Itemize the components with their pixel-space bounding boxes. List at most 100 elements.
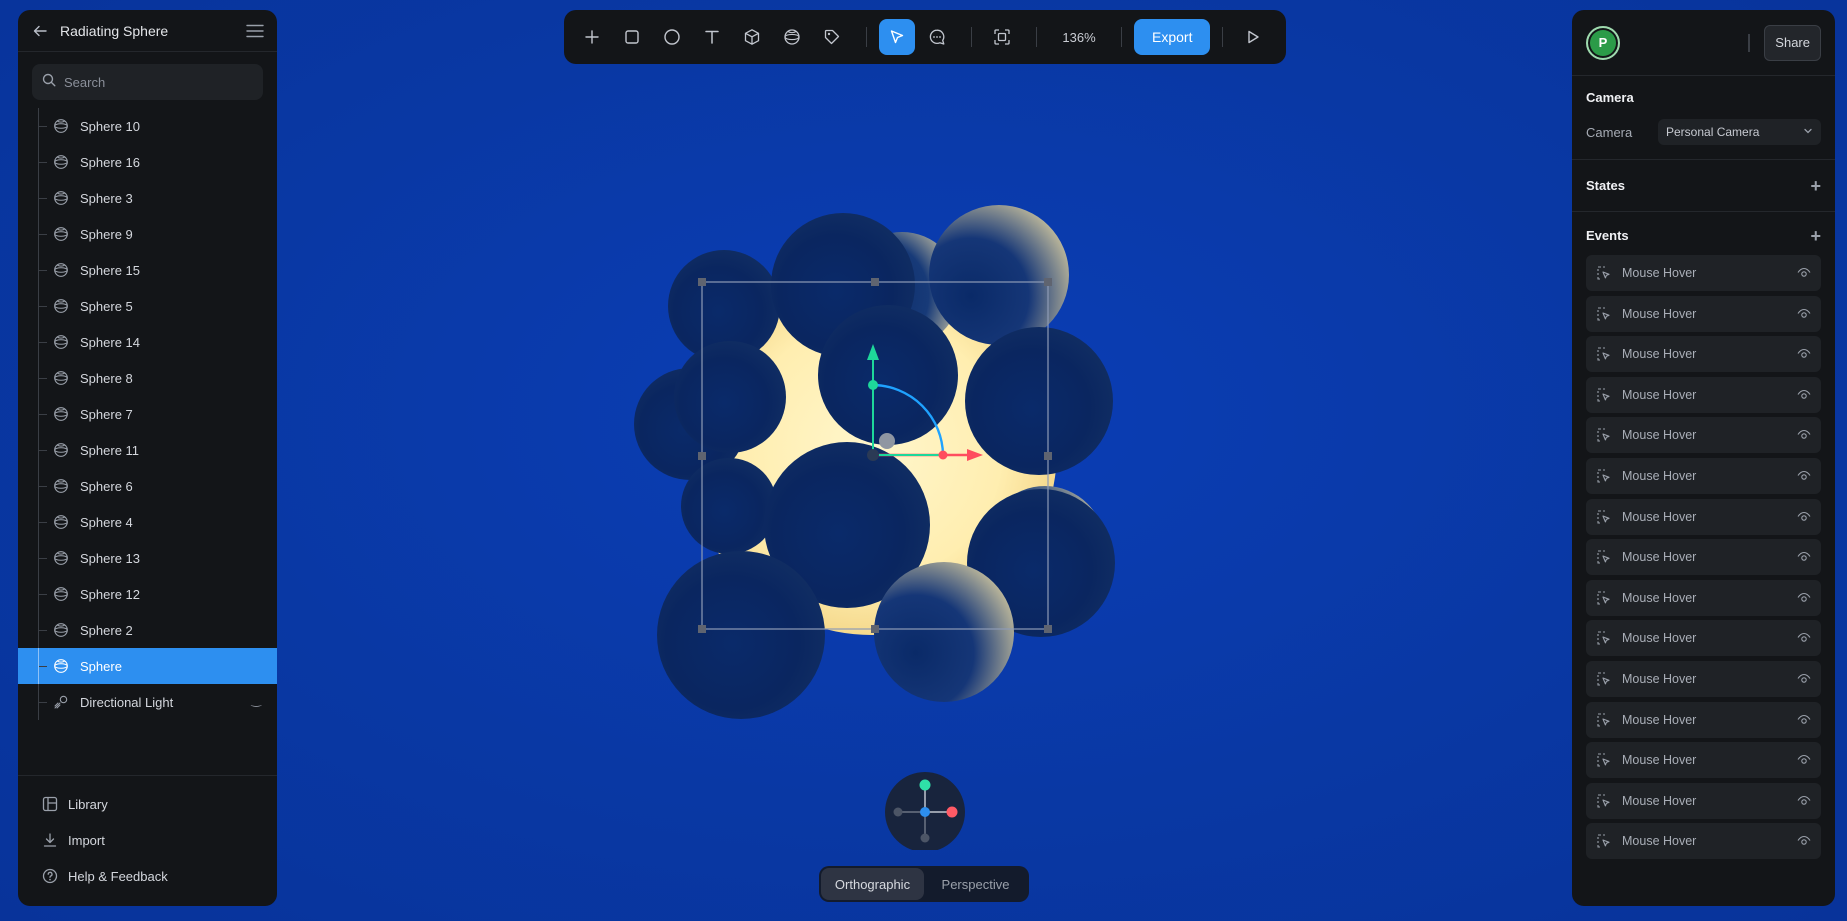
sphere-mesh[interactable] (965, 327, 1113, 475)
rectangle-icon[interactable] (614, 19, 650, 55)
library-button[interactable]: Library (18, 786, 277, 822)
event-item[interactable]: Mouse Hover (1586, 457, 1821, 494)
axis-x-handle[interactable] (946, 806, 958, 818)
event-item[interactable]: Mouse Hover (1586, 660, 1821, 697)
layer-item[interactable]: Sphere 4 (18, 504, 277, 540)
comment-icon[interactable] (919, 19, 955, 55)
layer-item[interactable]: Sphere 15 (18, 252, 277, 288)
layer-item[interactable]: Sphere 13 (18, 540, 277, 576)
layer-item[interactable]: Sphere 6 (18, 468, 277, 504)
eye-icon[interactable] (1797, 470, 1811, 482)
add-icon[interactable] (574, 19, 610, 55)
resize-handle[interactable] (698, 278, 706, 286)
avatar[interactable]: P (1586, 25, 1620, 60)
event-item[interactable]: Mouse Hover (1586, 782, 1821, 819)
layer-item[interactable]: Sphere (18, 648, 277, 684)
camera-select[interactable]: Personal Camera (1658, 119, 1821, 145)
resize-handle[interactable] (871, 278, 879, 286)
sphere-mesh[interactable] (818, 305, 958, 445)
eye-icon[interactable] (1797, 389, 1811, 401)
eye-icon[interactable] (1797, 754, 1811, 766)
layer-item[interactable]: Sphere 16 (18, 144, 277, 180)
orthographic-button[interactable]: Orthographic (821, 868, 924, 900)
layer-item[interactable]: Directional Light ‿ (18, 684, 277, 720)
event-label: Mouse Hover (1622, 266, 1697, 280)
text-icon[interactable] (694, 19, 730, 55)
layer-item[interactable]: Sphere 8 (18, 360, 277, 396)
event-item[interactable]: Mouse Hover (1586, 823, 1821, 860)
eye-icon[interactable] (1797, 632, 1811, 644)
layer-item[interactable]: Sphere 11 (18, 432, 277, 468)
resize-handle[interactable] (1044, 625, 1052, 633)
layer-item[interactable]: Sphere 10 (18, 108, 277, 144)
event-item[interactable]: Mouse Hover (1586, 742, 1821, 779)
axis-neg-y-handle[interactable] (920, 833, 930, 843)
visibility-toggle-icon[interactable]: ‿ (251, 693, 261, 707)
resize-handle[interactable] (1044, 278, 1052, 286)
event-item[interactable]: Mouse Hover (1586, 255, 1821, 291)
tag-icon[interactable] (814, 19, 850, 55)
add-event-icon[interactable]: + (1810, 227, 1821, 245)
sphere-icon[interactable] (774, 19, 810, 55)
orientation-gizmo[interactable] (885, 772, 965, 850)
event-item[interactable]: Mouse Hover (1586, 539, 1821, 576)
event-item[interactable]: Mouse Hover (1586, 417, 1821, 454)
search-box[interactable] (32, 64, 263, 100)
eye-icon[interactable] (1797, 673, 1811, 685)
eye-icon[interactable] (1797, 592, 1811, 604)
axis-z-handle[interactable] (920, 807, 930, 817)
resize-handle[interactable] (871, 625, 879, 633)
layer-item[interactable]: Sphere 2 (18, 612, 277, 648)
play-icon[interactable] (1235, 19, 1271, 55)
event-item[interactable]: Mouse Hover (1586, 620, 1821, 657)
cube-icon[interactable] (734, 19, 770, 55)
ellipse-icon[interactable] (654, 19, 690, 55)
layer-item[interactable]: Sphere 7 (18, 396, 277, 432)
eye-icon[interactable] (1797, 511, 1811, 523)
search-input[interactable] (64, 74, 253, 90)
event-item[interactable]: Mouse Hover (1586, 336, 1821, 373)
eye-icon[interactable] (1797, 795, 1811, 807)
layer-item[interactable]: Sphere 12 (18, 576, 277, 612)
sphere-mesh[interactable] (674, 341, 786, 453)
layer-item[interactable]: Sphere 14 (18, 324, 277, 360)
import-button[interactable]: Import (18, 822, 277, 858)
hamburger-menu-icon[interactable] (245, 21, 265, 41)
eye-icon[interactable] (1797, 308, 1811, 320)
layer-item[interactable]: Sphere 3 (18, 180, 277, 216)
help-feedback-button[interactable]: Help & Feedback (18, 858, 277, 894)
event-item[interactable]: Mouse Hover (1586, 498, 1821, 535)
frame-icon[interactable] (984, 19, 1020, 55)
sphere-mesh[interactable] (681, 458, 777, 554)
eye-icon[interactable] (1797, 551, 1811, 563)
eye-icon[interactable] (1797, 348, 1811, 360)
event-item[interactable]: Mouse Hover (1586, 701, 1821, 738)
resize-handle[interactable] (698, 625, 706, 633)
resize-handle[interactable] (698, 452, 706, 460)
event-item[interactable]: Mouse Hover (1586, 376, 1821, 413)
eye-icon[interactable] (1797, 429, 1811, 441)
sphere-mesh[interactable] (874, 562, 1014, 702)
scene-viewport[interactable] (277, 70, 1572, 850)
eye-icon[interactable] (1797, 714, 1811, 726)
sphere-icon (52, 261, 70, 279)
axis-neg-x-handle[interactable] (893, 807, 903, 817)
add-state-icon[interactable]: + (1810, 177, 1821, 195)
layer-item[interactable]: Sphere 5 (18, 288, 277, 324)
layer-item[interactable]: Sphere 9 (18, 216, 277, 252)
zoom-level[interactable]: 136% (1049, 30, 1109, 45)
event-item[interactable]: Mouse Hover (1586, 295, 1821, 332)
resize-handle[interactable] (1044, 452, 1052, 460)
layer-label: Sphere 8 (80, 370, 133, 386)
sphere-mesh[interactable] (657, 551, 825, 719)
eye-icon[interactable] (1797, 835, 1811, 847)
event-item[interactable]: Mouse Hover (1586, 579, 1821, 616)
eye-icon[interactable] (1797, 267, 1811, 279)
select-icon[interactable] (879, 19, 915, 55)
import-label: Import (68, 832, 105, 848)
perspective-button[interactable]: Perspective (924, 868, 1027, 900)
axis-y-handle[interactable] (919, 779, 931, 791)
back-arrow-icon[interactable] (30, 21, 50, 41)
export-button[interactable]: Export (1134, 19, 1211, 55)
share-button[interactable]: Share (1764, 24, 1821, 61)
